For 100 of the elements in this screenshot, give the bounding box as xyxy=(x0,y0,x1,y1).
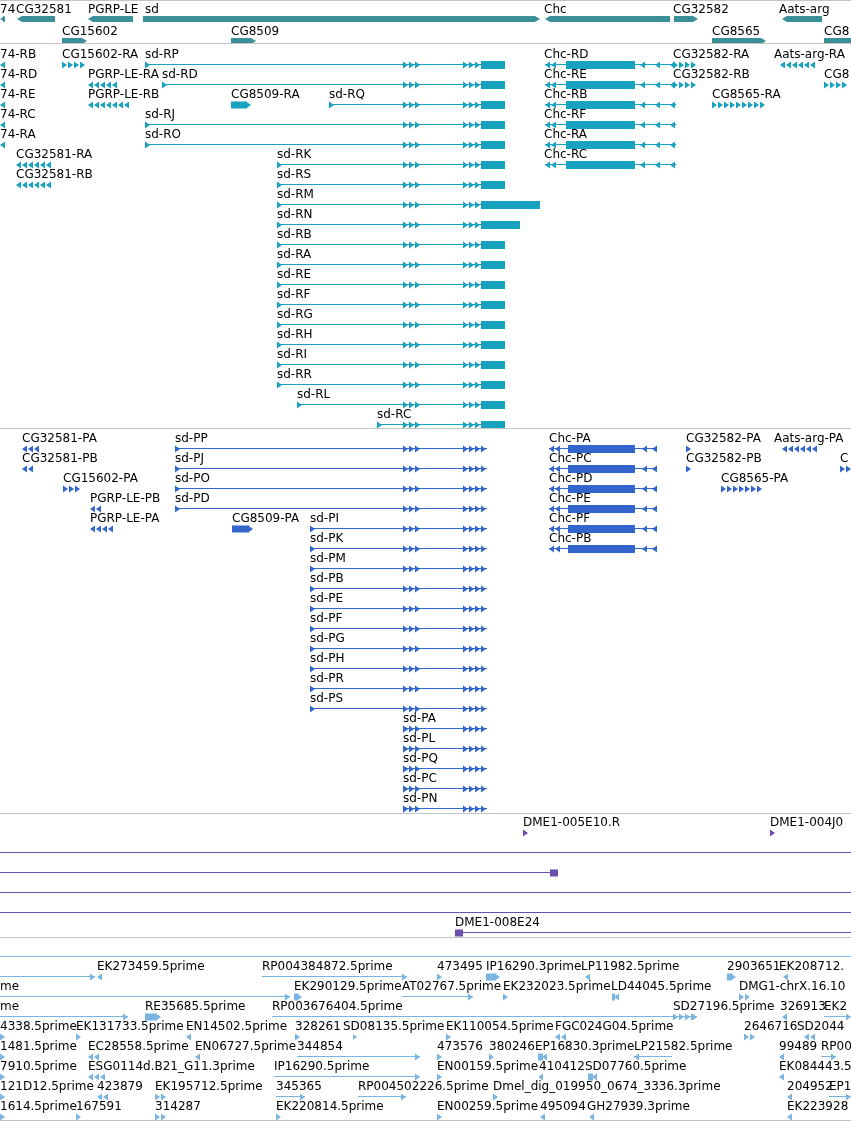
feature-label: DME1-008E24 xyxy=(455,915,540,929)
feature-label: sd-PL xyxy=(403,731,436,745)
est-glyph[interactable] xyxy=(821,1052,837,1062)
est-glyph[interactable] xyxy=(0,1012,129,1022)
feature-label: LD44045.5prime xyxy=(611,979,712,993)
feature-label: CG32582 xyxy=(673,2,729,16)
gene-glyph[interactable] xyxy=(231,36,257,43)
feature-label: 328261 xyxy=(295,1019,341,1033)
feature-label: Chc-PC xyxy=(549,451,592,465)
gene-glyph[interactable] xyxy=(88,14,134,24)
est-glyph[interactable] xyxy=(0,1072,6,1082)
feature-label: Aats-arg xyxy=(779,2,830,16)
feature-label: DME1-005E10.R xyxy=(523,815,621,829)
est-glyph[interactable] xyxy=(779,1052,787,1062)
feature-label: CG32582-RA xyxy=(673,47,750,61)
feature-label: Chc-RC xyxy=(544,147,588,161)
feature-label: GH27939.3prime xyxy=(587,1099,690,1113)
gene-glyph[interactable] xyxy=(143,14,541,24)
feature-label: sd-RO xyxy=(145,127,181,141)
feature-label: sd-PG xyxy=(310,631,345,645)
feature-label: SD07760.5prime xyxy=(585,1059,687,1073)
alignment-glyph[interactable] xyxy=(0,868,559,878)
transcript-glyph[interactable] xyxy=(0,60,6,70)
gene-glyph[interactable] xyxy=(782,14,823,24)
gene-glyph[interactable] xyxy=(545,14,671,24)
est-glyph[interactable] xyxy=(829,1092,851,1102)
feature-label: Chc-PD xyxy=(549,471,593,485)
feature-label: sd-PD xyxy=(175,491,210,505)
feature-label: sd-RJ xyxy=(145,107,176,121)
est-glyph[interactable] xyxy=(493,1092,499,1102)
est-glyph[interactable] xyxy=(262,972,408,982)
est-glyph[interactable] xyxy=(588,1072,599,1082)
feature-label: Aats-arg-RA xyxy=(774,47,845,61)
feature-label: 423879 xyxy=(97,1079,143,1093)
feature-label: EC28558.5prime xyxy=(88,1039,189,1053)
feature-label: sd-PA xyxy=(403,711,436,725)
feature-label: sd-RC xyxy=(377,407,412,421)
feature-label: EN14502.5prime xyxy=(186,1019,288,1033)
est-glyph[interactable] xyxy=(0,1052,6,1062)
feature-label: 74-RC xyxy=(0,107,36,121)
feature-label: CG32582-RB xyxy=(673,67,750,81)
feature-label: CG8 xyxy=(824,67,850,81)
gene-glyph[interactable] xyxy=(712,36,767,43)
est-glyph[interactable] xyxy=(787,1092,793,1102)
feature-label: CG32581-RB xyxy=(16,167,93,181)
alignment-glyph[interactable] xyxy=(523,828,529,838)
feature-label: PGRP-LE-RA xyxy=(88,67,159,81)
feature-label: 74-RB xyxy=(0,47,37,61)
est-glyph[interactable] xyxy=(0,1092,6,1102)
feature-label: DMG1-chrX.16.10 xyxy=(739,979,846,993)
alignment-glyph[interactable] xyxy=(770,828,776,838)
est-glyph[interactable] xyxy=(276,1092,306,1102)
feature-label: 326913 xyxy=(780,999,826,1013)
est-glyph[interactable] xyxy=(555,1032,567,1042)
feature-label: 314287 xyxy=(155,1099,201,1113)
est-glyph[interactable] xyxy=(782,1012,789,1022)
feature-label: IP16290.5prime xyxy=(274,1059,370,1073)
est-glyph[interactable] xyxy=(634,1052,673,1062)
feature-label: IP16290.3prime xyxy=(486,959,582,973)
est-glyph[interactable] xyxy=(446,1032,453,1042)
protein-glyph[interactable] xyxy=(22,444,41,454)
gene-glyph[interactable] xyxy=(674,14,699,24)
feature-label: sd-RA xyxy=(277,247,312,261)
feature-label: RP00 xyxy=(821,1039,851,1053)
est-glyph[interactable] xyxy=(272,1012,698,1022)
feature-label: me xyxy=(0,979,20,993)
alignment-glyph[interactable] xyxy=(455,928,851,937)
feature-label: CG8565-RA xyxy=(712,87,781,101)
est-glyph[interactable] xyxy=(437,1052,443,1062)
feature-label: CG8509-RA xyxy=(231,87,300,101)
est-glyph[interactable] xyxy=(274,1072,421,1082)
gene-glyph[interactable] xyxy=(0,14,6,24)
feature-label: sd-RK xyxy=(277,147,312,161)
feature-label: EK110054.5prime xyxy=(446,1019,554,1033)
feature-label: sd-PB xyxy=(310,571,344,585)
feature-label: CG15602-RA xyxy=(62,47,139,61)
feature-label: ESG0114d.B21_G11.3prime xyxy=(88,1059,255,1073)
feature-label: EN00259.5prime xyxy=(437,1099,539,1113)
feature-label: FGC024G04.5prime xyxy=(555,1019,674,1033)
feature-label: RE35685.5prime xyxy=(145,999,246,1013)
gene-glyph[interactable] xyxy=(17,14,56,24)
est-glyph[interactable] xyxy=(437,972,443,982)
est-glyph[interactable] xyxy=(0,1032,6,1042)
feature-label: EK2 xyxy=(824,999,848,1013)
feature-label: CG32582-PB xyxy=(686,451,762,465)
transcript-glyph[interactable] xyxy=(673,60,698,70)
est-glyph[interactable] xyxy=(804,1032,816,1042)
protein-glyph[interactable] xyxy=(686,444,692,454)
est-glyph[interactable] xyxy=(97,1092,109,1102)
transcript-glyph[interactable] xyxy=(0,120,6,130)
feature-label: 410412 xyxy=(539,1059,585,1073)
feature-label: sd-PJ xyxy=(175,451,204,465)
est-glyph[interactable] xyxy=(437,1072,443,1082)
feature-label: CG8565-PA xyxy=(721,471,789,485)
feature-label: CG32581-PB xyxy=(22,451,98,465)
gene-glyph[interactable] xyxy=(62,36,88,43)
transcript-glyph[interactable] xyxy=(0,100,6,110)
feature-label: sd-PS xyxy=(310,691,344,705)
transcript-glyph[interactable] xyxy=(0,80,6,90)
feature-label: PGRP-LE-PB xyxy=(90,491,161,505)
